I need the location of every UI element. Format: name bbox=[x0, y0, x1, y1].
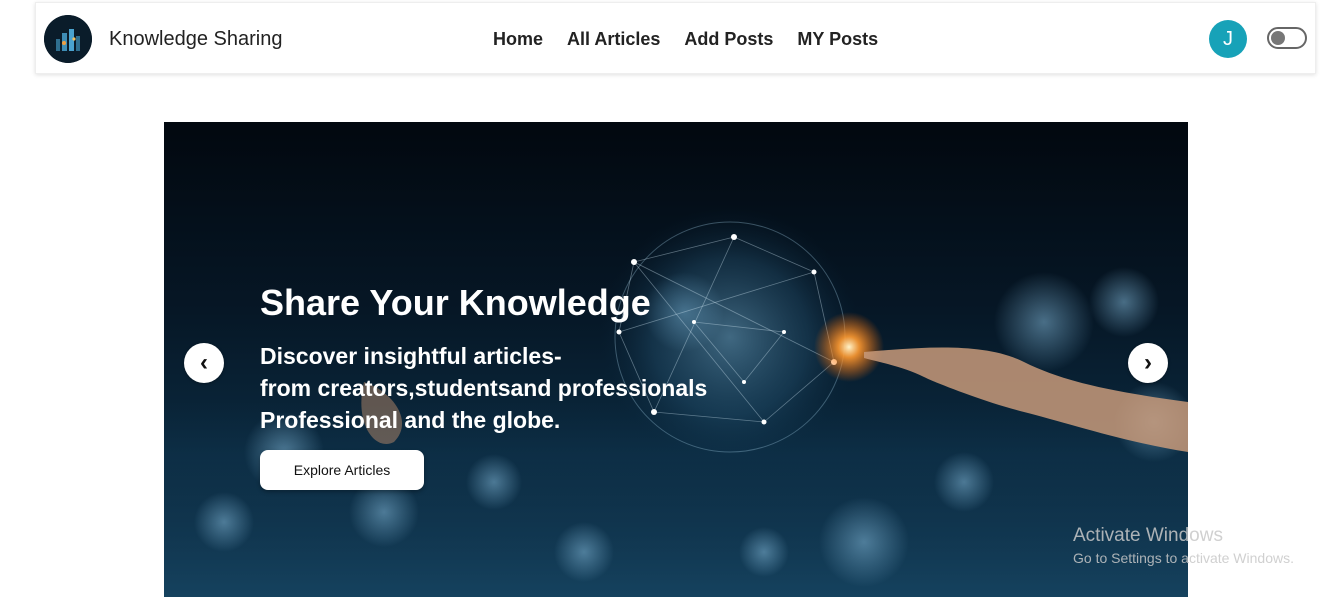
chevron-left-icon: ‹ bbox=[200, 349, 208, 376]
chevron-right-icon: › bbox=[1144, 349, 1152, 376]
explore-articles-button[interactable]: Explore Articles bbox=[260, 450, 424, 490]
hero-carousel: Share Your Knowledge Discover insightful… bbox=[164, 122, 1188, 597]
nav-links: Home All Articles Add Posts MY Posts bbox=[493, 29, 878, 50]
hero-title: Share Your Knowledge bbox=[260, 282, 651, 323]
user-avatar[interactable]: J bbox=[1209, 20, 1247, 58]
hero-subtitle-line: Discover insightful articles- bbox=[260, 343, 562, 369]
carousel-prev-button[interactable]: ‹ bbox=[184, 343, 224, 383]
brand-name[interactable]: Knowledge Sharing bbox=[109, 28, 282, 51]
hero-subtitle: Discover insightful articles- from creat… bbox=[260, 340, 780, 436]
hero-subtitle-line: Professional and the globe. bbox=[260, 407, 561, 433]
nav-add-posts[interactable]: Add Posts bbox=[684, 29, 773, 50]
nav-all-articles[interactable]: All Articles bbox=[567, 29, 660, 50]
hero-subtitle-line: from creators,studentsand professionals bbox=[260, 375, 708, 401]
toggle-knob bbox=[1271, 31, 1285, 45]
windows-activation-watermark: Activate Windows Go to Settings to activ… bbox=[1073, 525, 1294, 566]
watermark-subtitle: Go to Settings to activate Windows. bbox=[1073, 550, 1294, 566]
navbar: Knowledge Sharing Home All Articles Add … bbox=[35, 2, 1316, 74]
brand-logo[interactable] bbox=[44, 15, 92, 63]
watermark-title: Activate Windows bbox=[1073, 525, 1223, 546]
nav-home[interactable]: Home bbox=[493, 29, 543, 50]
nav-my-posts[interactable]: MY Posts bbox=[797, 29, 878, 50]
theme-toggle[interactable] bbox=[1267, 27, 1307, 49]
carousel-next-button[interactable]: › bbox=[1128, 343, 1168, 383]
